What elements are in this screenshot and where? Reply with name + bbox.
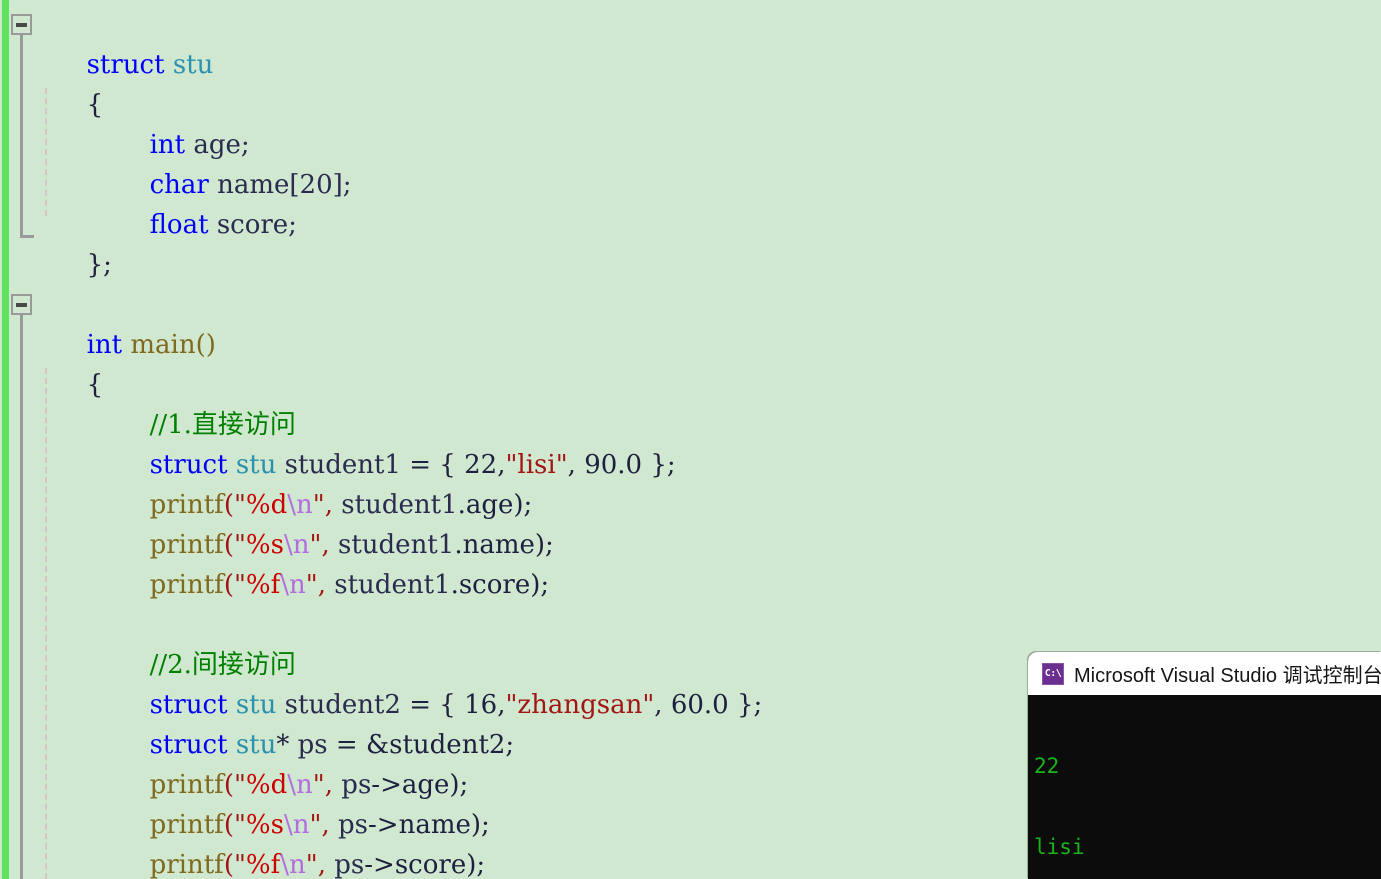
token-function-printf-3: printf bbox=[149, 570, 224, 600]
fold-marker-struct-stu[interactable] bbox=[11, 14, 32, 35]
code-line-12: printf("%d\n", student1.age); bbox=[100, 445, 533, 520]
fold-marker-int-main[interactable] bbox=[11, 294, 32, 315]
fold-region-line-struct bbox=[20, 35, 23, 235]
token-init2-rest: , 60.0 }; bbox=[654, 690, 763, 720]
token-init1-rest: , 90.0 }; bbox=[567, 450, 676, 480]
code-line-4: char name[20]; bbox=[100, 125, 352, 200]
token-brace-close-struct: }; bbox=[86, 250, 112, 280]
token-ident-student1-score: student1 bbox=[334, 570, 451, 600]
token-format-f-1: %f bbox=[245, 570, 281, 600]
code-line-11: struct stu student1 = { 22,"lisi", 90.0 … bbox=[100, 405, 676, 480]
debug-console-window[interactable]: C:\ Microsoft Visual Studio 调试控制台 22 lis… bbox=[1028, 652, 1381, 879]
console-output-line: lisi bbox=[1034, 835, 1085, 859]
code-line-9: { bbox=[37, 325, 104, 400]
code-line-13: printf("%s\n", student1.name); bbox=[100, 485, 554, 560]
token-paren-quote-3: (" bbox=[223, 570, 246, 600]
token-arrow-score: ->score); bbox=[364, 850, 486, 879]
token-function-main: main() bbox=[130, 330, 216, 360]
change-indicator-bar bbox=[2, 0, 9, 879]
token-escape-n-6: \n bbox=[280, 850, 306, 879]
code-line-16: //2.间接访问 bbox=[100, 605, 296, 680]
code-line-22: return 0; bbox=[100, 845, 267, 879]
code-line-1: struct stu bbox=[37, 5, 214, 80]
token-quote-comma-6: ", bbox=[305, 850, 335, 879]
code-line-3: int age; bbox=[100, 85, 250, 160]
code-line-18: struct stu* ps = &student2; bbox=[100, 685, 515, 760]
console-titlebar[interactable]: C:\ Microsoft Visual Studio 调试控制台 bbox=[1028, 652, 1381, 695]
fold-region-foot-struct bbox=[20, 235, 34, 238]
token-ident-ps-score: ps bbox=[334, 850, 365, 879]
command-prompt-icon: C:\ bbox=[1042, 662, 1064, 685]
console-output: 22 lisi 90.000000 16 zhangsan 60.000000 bbox=[1028, 695, 1381, 879]
token-type-stu: stu bbox=[172, 50, 214, 80]
code-line-6: }; bbox=[37, 205, 112, 280]
console-output-line: 22 bbox=[1034, 754, 1060, 778]
code-line-21: printf("%f\n", ps->score); bbox=[100, 805, 486, 879]
code-line-17: struct stu student2 = { 16,"zhangsan", 6… bbox=[100, 645, 763, 720]
token-keyword-float: float bbox=[149, 210, 209, 240]
code-line-19: printf("%d\n", ps->age); bbox=[100, 725, 469, 800]
token-quote-comma-3: ", bbox=[305, 570, 335, 600]
fold-region-line-main bbox=[20, 315, 23, 879]
code-line-10: //1.直接访问 bbox=[100, 365, 296, 440]
screen-root: struct stu { int age; char name[20]; flo… bbox=[0, 0, 1381, 879]
code-line-8: int main() bbox=[37, 285, 216, 360]
token-string-zhangsan: "zhangsan" bbox=[505, 690, 655, 720]
code-line-20: printf("%s\n", ps->name); bbox=[100, 765, 490, 840]
code-line-14: printf("%f\n", student1.score); bbox=[100, 525, 550, 600]
token-ident-score: score; bbox=[216, 210, 297, 240]
console-window-title: Microsoft Visual Studio 调试控制台 bbox=[1074, 665, 1381, 687]
code-line-2: { bbox=[37, 45, 104, 120]
token-escape-n-3: \n bbox=[280, 570, 306, 600]
code-line-5: float score; bbox=[100, 165, 297, 240]
token-member-score: .score); bbox=[450, 570, 550, 600]
